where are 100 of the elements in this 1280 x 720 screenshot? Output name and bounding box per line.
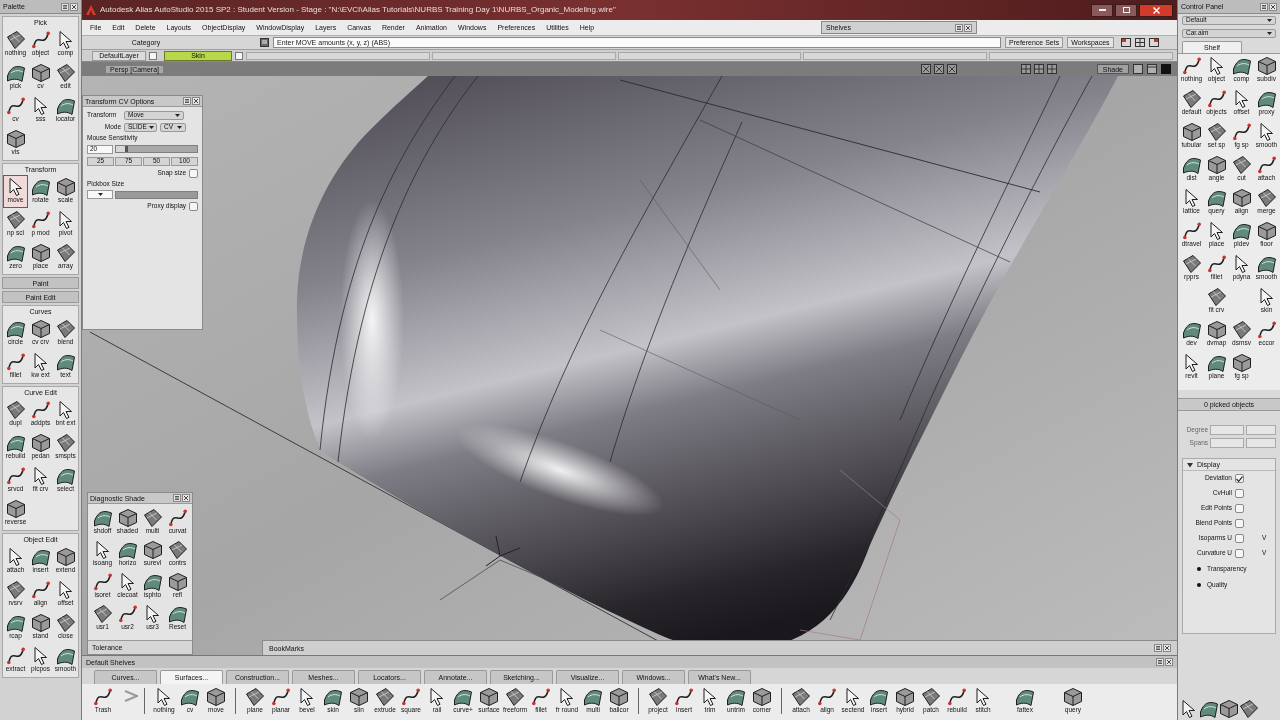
close-button[interactable] xyxy=(964,23,972,32)
shaded-surface-icon xyxy=(324,688,342,706)
surface-patch-icon xyxy=(6,401,25,419)
close-button[interactable] xyxy=(1165,658,1173,666)
dock-button[interactable] xyxy=(61,2,69,11)
close-button[interactable] xyxy=(182,494,190,502)
cube-icon xyxy=(1257,57,1276,75)
shaded-surface-icon xyxy=(6,614,25,632)
curve-icon xyxy=(6,97,25,115)
layout-icon[interactable] xyxy=(1148,38,1159,47)
surface-patch-icon xyxy=(1257,189,1276,207)
lines-icon xyxy=(175,496,179,500)
shaded-surface-icon xyxy=(56,467,75,485)
layout-icon[interactable] xyxy=(1120,38,1131,47)
checkbox[interactable] xyxy=(1235,534,1244,543)
cursor-arrow-icon xyxy=(1257,123,1276,141)
dock-button[interactable] xyxy=(173,494,181,502)
crossed-square-icon[interactable] xyxy=(920,64,931,74)
curve-icon xyxy=(31,31,50,49)
cube-icon xyxy=(31,614,50,632)
cursor-arrow-icon xyxy=(56,31,75,49)
cursor-arrow-icon xyxy=(56,401,75,419)
cube-icon xyxy=(753,688,771,706)
cube-icon xyxy=(480,688,498,706)
shaded-surface-icon xyxy=(118,541,137,559)
checkbox[interactable] xyxy=(189,202,198,211)
surface-patch-icon xyxy=(56,614,75,632)
slider-track[interactable] xyxy=(115,145,198,153)
curve-icon xyxy=(1182,222,1201,240)
shaded-surface-icon xyxy=(1182,156,1201,174)
curve-icon xyxy=(1257,321,1276,339)
checkbox[interactable] xyxy=(1235,474,1244,483)
window-icon[interactable] xyxy=(1147,64,1157,74)
cursor-arrow-icon xyxy=(701,688,719,706)
crossed-square-icon[interactable] xyxy=(946,64,957,74)
caret-icon xyxy=(1267,32,1272,35)
cube-icon xyxy=(1220,700,1238,718)
cube-icon xyxy=(1064,688,1082,706)
surface-patch-icon xyxy=(56,244,75,262)
curve-icon xyxy=(6,353,25,371)
cursor-arrow-icon xyxy=(155,688,173,706)
curve-icon xyxy=(6,467,25,485)
surface-patch-icon xyxy=(6,581,25,599)
curve-icon xyxy=(948,688,966,706)
minimize-button[interactable] xyxy=(1091,3,1113,17)
square-icon xyxy=(235,51,243,60)
surface-patch-icon xyxy=(1182,255,1201,273)
cursor-arrow-icon xyxy=(1180,700,1198,718)
expand-triangle-icon[interactable] xyxy=(1187,461,1193,468)
cursor-arrow-icon xyxy=(31,97,50,115)
curve-icon xyxy=(402,688,420,706)
square-icon xyxy=(149,51,157,60)
grid-icon[interactable] xyxy=(1033,64,1044,74)
cursor-arrow-icon xyxy=(1182,189,1201,207)
surface-patch-icon xyxy=(56,320,75,338)
cursor-arrow-icon xyxy=(1207,57,1226,75)
curve-icon xyxy=(1182,57,1201,75)
list-icon[interactable] xyxy=(260,38,269,47)
cube-icon xyxy=(896,688,914,706)
caret-icon xyxy=(177,126,182,129)
dock-button[interactable] xyxy=(955,23,963,32)
dropdown-field[interactable] xyxy=(87,190,113,199)
surface-patch-icon xyxy=(1182,90,1201,108)
checkbox[interactable] xyxy=(189,168,198,178)
input-field[interactable] xyxy=(1210,438,1244,448)
slider-track[interactable] xyxy=(115,190,198,199)
close-button[interactable] xyxy=(1139,3,1173,17)
close-button[interactable] xyxy=(1163,644,1171,652)
close-button[interactable] xyxy=(70,2,78,11)
curve-icon xyxy=(6,647,25,665)
input-field[interactable] xyxy=(1210,425,1244,435)
cube-icon xyxy=(207,688,225,706)
grid-icon[interactable] xyxy=(1046,64,1057,74)
cursor-arrow-icon xyxy=(298,688,316,706)
dock-button[interactable] xyxy=(183,97,191,105)
close-icon xyxy=(1165,646,1169,650)
close-button[interactable] xyxy=(1269,2,1277,11)
dock-button[interactable] xyxy=(1154,644,1162,652)
shaded-surface-icon xyxy=(454,688,472,706)
close-icon xyxy=(72,4,76,9)
maximize-button[interactable] xyxy=(1115,3,1137,17)
input-field[interactable] xyxy=(1246,438,1276,448)
square-outline-icon[interactable] xyxy=(1133,64,1143,74)
dock-button[interactable] xyxy=(1156,658,1164,666)
input-field[interactable] xyxy=(1246,425,1276,435)
caret-icon xyxy=(1267,19,1272,22)
grid-icon[interactable] xyxy=(1020,64,1031,74)
checkbox[interactable] xyxy=(1235,519,1244,528)
dock-button[interactable] xyxy=(1260,2,1268,11)
checkbox[interactable] xyxy=(1235,504,1244,513)
cube-icon xyxy=(1257,222,1276,240)
checkbox[interactable] xyxy=(1235,489,1244,498)
close-button[interactable] xyxy=(192,97,200,105)
cube-icon xyxy=(1207,321,1226,339)
crossed-square-icon[interactable] xyxy=(933,64,944,74)
lines-icon xyxy=(1262,4,1266,9)
checkbox[interactable] xyxy=(1235,549,1244,558)
surface-patch-icon xyxy=(93,605,112,623)
surface-patch-icon xyxy=(6,31,25,49)
layout-icon[interactable] xyxy=(1134,38,1145,47)
